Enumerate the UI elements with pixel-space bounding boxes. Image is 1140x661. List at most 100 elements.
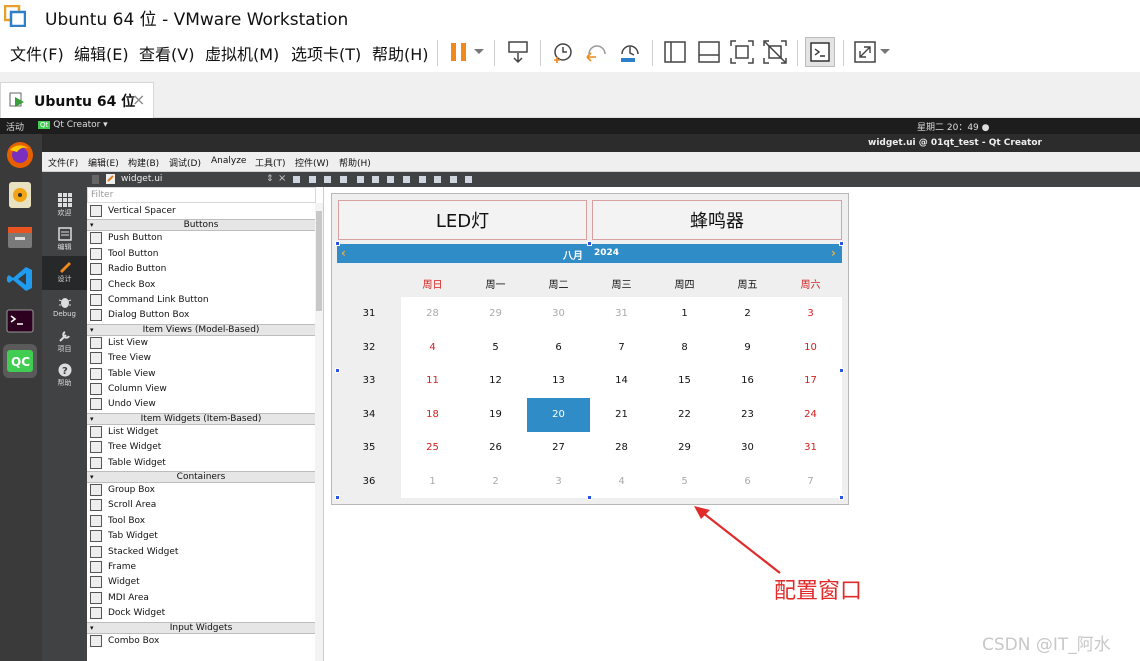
- calendar-day-cell[interactable]: 3: [779, 297, 842, 331]
- edit-buddies-icon[interactable]: [324, 176, 331, 183]
- layout-horizontal-icon[interactable]: [357, 176, 364, 183]
- calendar-day-cell[interactable]: 28: [590, 431, 653, 465]
- calendar-day-cell[interactable]: 30: [716, 431, 779, 465]
- qt-menu-controls[interactable]: 控件(W): [295, 156, 329, 169]
- revert-snapshot-icon[interactable]: [582, 37, 612, 67]
- filter-input[interactable]: Filter: [87, 187, 316, 203]
- terminal-icon[interactable]: [805, 37, 835, 67]
- calendar-day-cell[interactable]: 23: [716, 398, 779, 432]
- widget-category[interactable]: ▾ Containers: [87, 471, 315, 483]
- calendar-day-cell[interactable]: 25: [401, 431, 464, 465]
- calendar-day-cell[interactable]: 31: [779, 431, 842, 465]
- selection-handle[interactable]: [587, 495, 592, 500]
- terminal-icon[interactable]: [3, 304, 37, 338]
- widget-item[interactable]: Stacked Widget: [87, 545, 315, 560]
- calendar-day-cell[interactable]: 24: [779, 398, 842, 432]
- qt-menu-analyze[interactable]: Analyze: [211, 156, 246, 166]
- calendar-day-cell[interactable]: 6: [716, 465, 779, 499]
- expand-arrow-icon[interactable]: ▾: [90, 220, 94, 230]
- tab-ubuntu[interactable]: Ubuntu 64 位 ×: [0, 82, 154, 118]
- quick-switch-icon[interactable]: [694, 37, 724, 67]
- expand-arrow-icon[interactable]: ▾: [90, 472, 94, 482]
- mode-debug[interactable]: Debug: [42, 292, 87, 326]
- calendar-day-cell[interactable]: 11: [401, 364, 464, 398]
- mode-design[interactable]: 设计: [42, 256, 87, 290]
- selection-handle[interactable]: [335, 368, 340, 373]
- expand-arrow-icon[interactable]: ▾: [90, 325, 94, 335]
- qt-menu-build[interactable]: 构建(B): [128, 156, 159, 169]
- mode-help[interactable]: ? 帮助: [42, 360, 87, 394]
- selection-handle[interactable]: [839, 241, 844, 246]
- widget-category[interactable]: ▾ Item Views (Model-Based): [87, 323, 315, 336]
- widget-category[interactable]: ▾ Item Widgets (Item-Based): [87, 412, 315, 425]
- unity-icon[interactable]: [760, 37, 790, 67]
- widget-category[interactable]: ▾ Buttons: [87, 219, 315, 232]
- widget-item[interactable]: Scroll Area: [87, 498, 315, 513]
- prev-month-icon[interactable]: ‹: [341, 246, 346, 260]
- widget-item[interactable]: Check Box: [87, 278, 315, 293]
- qt-menu-edit[interactable]: 编辑(E): [88, 156, 119, 169]
- widget-item[interactable]: Frame: [87, 560, 315, 575]
- calendar-day-cell[interactable]: 6: [527, 331, 590, 365]
- calendar-day-cell[interactable]: 4: [401, 331, 464, 365]
- calendar-day-cell[interactable]: 5: [653, 465, 716, 499]
- widget-item[interactable]: Table Widget: [87, 456, 315, 471]
- calendar-day-cell[interactable]: 21: [590, 398, 653, 432]
- widget-item[interactable]: Tree Widget: [87, 440, 315, 455]
- menu-help[interactable]: 帮助(H): [372, 41, 429, 65]
- activities-button[interactable]: 活动: [6, 120, 24, 133]
- qt-menu-help[interactable]: 帮助(H): [339, 156, 371, 169]
- calendar-day-cell[interactable]: 14: [590, 364, 653, 398]
- widget-item[interactable]: MDI Area: [87, 591, 315, 606]
- selection-handle[interactable]: [335, 241, 340, 246]
- calendar-day-cell[interactable]: 28: [401, 297, 464, 331]
- widget-item[interactable]: List View: [87, 336, 315, 351]
- edit-signals-icon[interactable]: [309, 176, 316, 183]
- adjust-size-icon[interactable]: [465, 176, 472, 183]
- mode-projects[interactable]: 项目: [42, 326, 87, 360]
- chevron-down-icon[interactable]: [470, 37, 488, 67]
- buzzer-button[interactable]: 蜂鸣器: [592, 200, 842, 240]
- calendar-day-cell[interactable]: 20: [527, 397, 590, 432]
- calendar-day-cell[interactable]: 1: [401, 465, 464, 499]
- app-menu[interactable]: Qt Qt Creator ▾: [38, 120, 108, 130]
- calendar-day-cell[interactable]: 31: [590, 297, 653, 331]
- snapshot-icon[interactable]: [548, 37, 578, 67]
- calendar-day-cell[interactable]: 29: [464, 297, 527, 331]
- selection-handle[interactable]: [335, 495, 340, 500]
- calendar-day-cell[interactable]: 2: [464, 465, 527, 499]
- calendar-day-cell[interactable]: 7: [779, 465, 842, 499]
- calendar-day-cell[interactable]: 8: [653, 331, 716, 365]
- calendar-day-cell[interactable]: 3: [527, 465, 590, 499]
- widget-item[interactable]: Undo View: [87, 397, 315, 412]
- widget-item[interactable]: Combo Box: [87, 634, 315, 649]
- next-month-icon[interactable]: ›: [831, 246, 836, 260]
- widget-item[interactable]: Table View: [87, 367, 315, 382]
- widget-item[interactable]: Push Button: [87, 231, 315, 246]
- edit-tab-order-icon[interactable]: [340, 176, 347, 183]
- fullscreen-console-icon[interactable]: [660, 37, 690, 67]
- calendar-day-cell[interactable]: 26: [464, 431, 527, 465]
- calendar-day-cell[interactable]: 17: [779, 364, 842, 398]
- widget-item[interactable]: Tool Box: [87, 514, 315, 529]
- qt-menu-tools[interactable]: 工具(T): [255, 156, 286, 169]
- qtcreator-icon[interactable]: QC: [3, 344, 37, 378]
- send-ctrl-alt-del-icon[interactable]: [503, 37, 533, 67]
- qt-menu-file[interactable]: 文件(F): [48, 156, 78, 169]
- layout-split-v-icon[interactable]: [403, 176, 410, 183]
- expand-arrow-icon[interactable]: ▾: [90, 623, 94, 633]
- widget-item[interactable]: Radio Button: [87, 262, 315, 277]
- files-icon[interactable]: [3, 220, 37, 254]
- calendar-day-cell[interactable]: 18: [401, 398, 464, 432]
- vscode-icon[interactable]: [3, 262, 37, 296]
- calendar-day-cell[interactable]: 19: [464, 398, 527, 432]
- calendar-day-cell[interactable]: 10: [779, 331, 842, 365]
- menu-edit[interactable]: 编辑(E): [74, 41, 129, 65]
- widget-item[interactable]: Dialog Button Box: [87, 308, 315, 323]
- snapshot-manager-icon[interactable]: [615, 37, 645, 67]
- calendar-year[interactable]: 2024: [594, 248, 619, 258]
- mode-welcome[interactable]: 欢迎: [42, 190, 87, 224]
- calendar-day-cell[interactable]: 22: [653, 398, 716, 432]
- file-switch-icon[interactable]: ⇕: [266, 174, 274, 184]
- widget-item[interactable]: Tree View: [87, 351, 315, 366]
